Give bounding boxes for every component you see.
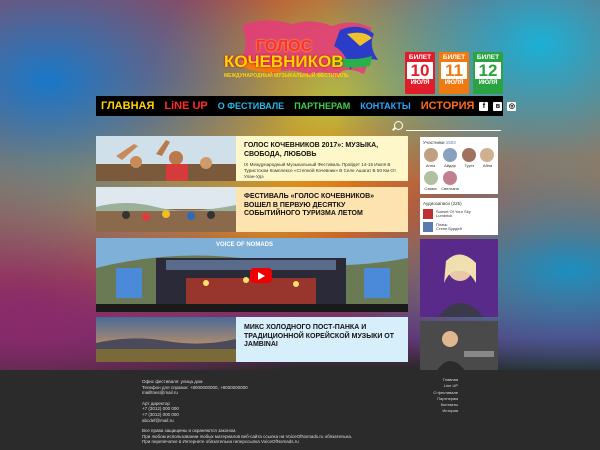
audio-track[interactable]: Плачь Степн Бурдей	[423, 222, 495, 232]
nav-home[interactable]: ГЛАВНАЯ	[96, 100, 159, 112]
sidebar: Участники 1503 Анна Айдар Тургэ Айна Сэж…	[420, 137, 498, 379]
member-name: Айна	[482, 163, 493, 168]
nav-history[interactable]: ИСТОРИЯ	[416, 100, 480, 112]
member-item[interactable]: Сэжмэ	[423, 171, 438, 191]
logo-subtitle: МЕЖДУНАРОДНЫЙ МУЗЫКАЛЬНЫЙ ФЕСТИВАЛЬ	[224, 73, 349, 79]
news-image-people-raising-hands[interactable]	[96, 136, 236, 181]
logo-title-line2: КОЧЕВНИКОВ	[224, 52, 344, 71]
avatar[interactable]	[442, 148, 457, 162]
ticket-month: ИЮЛЯ	[410, 80, 430, 86]
ticket-label: БИЛЕТ	[476, 54, 500, 61]
performer-photo-1[interactable]	[420, 239, 498, 317]
footer: Офис фестиваля: улица дом Телефон для сп…	[0, 370, 600, 450]
play-button[interactable]	[250, 268, 272, 283]
main-nav: ГЛАВНАЯ LiNE UP О ФЕСТИВАЛЕ ПАРТНЕРАМ КО…	[96, 96, 517, 116]
news-title[interactable]: МИКС ХОЛОДНОГО ПОСТ-ПАНКА И ТРАДИЦИОННОЙ…	[244, 324, 400, 350]
video-overlay-title: VOICE OF NOMADS	[216, 242, 274, 248]
member-name: Айдар	[444, 163, 456, 168]
news-subtitle: IX Международный Музыкальный Фестиваль П…	[244, 162, 397, 179]
ticket-label: БИЛЕТ	[408, 54, 432, 61]
logo-title: ГОЛОС КОЧЕВНИКОВ	[224, 39, 344, 71]
social-icons: f в ◎	[479, 101, 522, 111]
footer-nav: Главная Line UP О фестивале Партнерам Ко…	[420, 377, 458, 415]
search-bar[interactable]	[96, 119, 503, 131]
members-count[interactable]: 1503	[446, 140, 456, 145]
ticket-group: БИЛЕТ 10 ИЮЛЯ БИЛЕТ 11 ИЮЛЯ БИЛЕТ 12 ИЮЛ…	[405, 52, 503, 94]
members-widget: Участники 1503 Анна Айдар Тургэ Айна Сэж…	[420, 137, 498, 194]
member-item[interactable]: Анна	[423, 148, 438, 168]
member-avatars: Анна Айдар Тургэ Айна Сэжмэ Светлана	[423, 148, 495, 191]
member-name: Тургэ	[464, 163, 475, 168]
nav-lineup[interactable]: LiNE UP	[159, 100, 212, 112]
member-item[interactable]: Светлана	[441, 171, 459, 191]
avatar[interactable]	[442, 171, 457, 185]
news-image-festival-crowd[interactable]	[96, 187, 236, 232]
audio-track[interactable]: Sunset Of Your Sky Lumbrick	[423, 209, 495, 219]
avatar[interactable]	[423, 148, 438, 162]
news-image-sunset-landscape[interactable]	[96, 317, 236, 362]
avatar[interactable]	[480, 148, 495, 162]
news-card-2[interactable]: ФЕСТИВАЛЬ «ГОЛОС КОЧЕВНИКОВ» ВОШЕЛ В ПЕР…	[96, 187, 408, 232]
news-title[interactable]: ФЕСТИВАЛЬ «ГОЛОС КОЧЕВНИКОВ» ВОШЕЛ В ПЕР…	[244, 193, 400, 219]
audio-header[interactable]: Аудиозаписи (225)	[423, 201, 495, 206]
ticket-july-10[interactable]: БИЛЕТ 10 ИЮЛЯ	[405, 52, 435, 94]
footer-line: При перепечатке в Интернете обязательна …	[142, 439, 299, 445]
track-cover	[423, 209, 433, 219]
track-cover	[423, 222, 433, 232]
members-label: Участники	[423, 140, 445, 145]
ticket-july-11[interactable]: БИЛЕТ 11 ИЮЛЯ	[439, 52, 469, 94]
news-card-3[interactable]: МИКС ХОЛОДНОГО ПОСТ-ПАНКА И ТРАДИЦИОННОЙ…	[96, 317, 408, 362]
search-icon[interactable]	[394, 121, 403, 130]
track-artist: Lumbrick	[436, 213, 453, 218]
footer-link-history[interactable]: История	[420, 408, 458, 414]
ticket-july-12[interactable]: БИЛЕТ 12 ИЮЛЯ	[473, 52, 503, 94]
ticket-day: 12	[475, 62, 501, 79]
track-artist: Степн Бурдей	[436, 226, 462, 231]
member-name: Анна	[425, 163, 436, 168]
audio-widget: Аудиозаписи (225) Sunset Of Your Sky Lumb…	[420, 198, 498, 235]
search-input[interactable]	[406, 130, 501, 131]
footer-info: Офис фестиваля: улица дом Телефон для сп…	[142, 379, 412, 445]
ticket-day: 11	[441, 62, 467, 79]
member-item[interactable]: Айна	[480, 148, 495, 168]
members-header: Участники 1503	[423, 140, 495, 145]
ticket-label: БИЛЕТ	[442, 54, 466, 61]
video-card[interactable]: VOICE OF NOMADS	[96, 238, 408, 312]
member-name: Сэжмэ	[424, 186, 437, 191]
news-card-1[interactable]: ГОЛОС КОЧЕВНИКОВ 2017»: МУЗЫКА, СВОБОДА,…	[96, 136, 408, 181]
avatar[interactable]	[462, 148, 477, 162]
avatar[interactable]	[423, 171, 438, 185]
ticket-day: 10	[407, 62, 433, 79]
ticket-month: ИЮЛЯ	[478, 80, 498, 86]
nav-partners[interactable]: ПАРТНЕРАМ	[289, 101, 355, 111]
news-title[interactable]: ГОЛОС КОЧЕВНИКОВ 2017»: МУЗЫКА, СВОБОДА,…	[244, 142, 400, 159]
facebook-icon[interactable]: f	[479, 101, 489, 111]
nav-about[interactable]: О ФЕСТИВАЛЕ	[213, 101, 289, 111]
ticket-month: ИЮЛЯ	[444, 80, 464, 86]
nav-contacts[interactable]: КОНТАКТЫ	[355, 101, 415, 111]
member-item[interactable]: Айдар	[441, 148, 459, 168]
member-name: Светлана	[441, 186, 459, 191]
instagram-icon[interactable]: ◎	[507, 101, 517, 111]
performer-photo-2[interactable]	[420, 321, 498, 375]
vk-icon[interactable]: в	[493, 101, 503, 111]
member-item[interactable]: Тургэ	[462, 148, 477, 168]
